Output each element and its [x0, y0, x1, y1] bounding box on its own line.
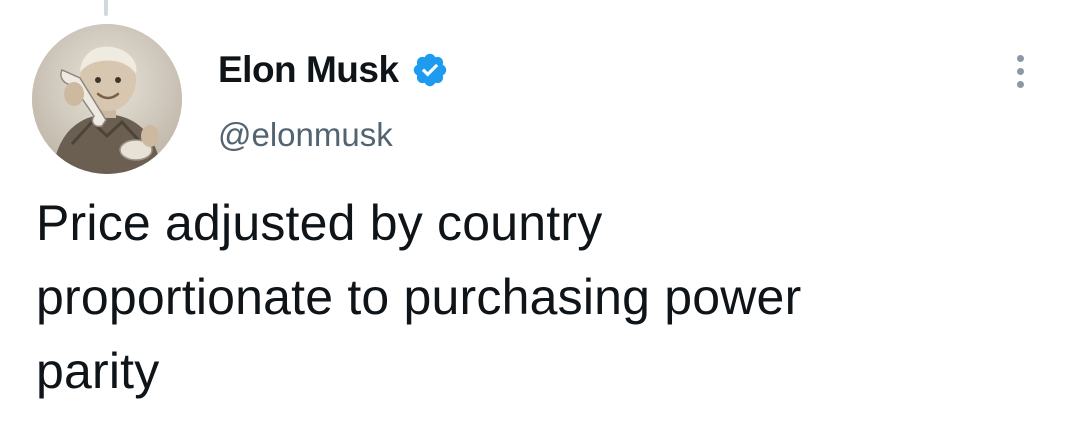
- avatar[interactable]: [32, 24, 182, 174]
- more-options-button[interactable]: [1002, 50, 1038, 92]
- author-name-row: Elon Musk: [218, 46, 449, 94]
- more-options-icon: [1016, 54, 1024, 62]
- avatar-photo: [32, 24, 182, 174]
- tweet-header: Elon Musk @elonmusk: [32, 24, 1048, 174]
- more-options-icon-dot: [1016, 67, 1024, 75]
- tweet-text-line: Price adjusted by country: [36, 195, 603, 251]
- tweet-text-line: parity: [36, 343, 160, 399]
- author-handle[interactable]: @elonmusk: [218, 116, 449, 154]
- more-options-icon-dot: [1016, 80, 1024, 88]
- author-info: Elon Musk @elonmusk: [218, 46, 449, 154]
- author-display-name[interactable]: Elon Musk: [218, 49, 399, 91]
- verified-badge-icon: [411, 51, 449, 89]
- tweet-text: Price adjusted by country proportionate …: [36, 186, 1036, 408]
- thread-connector-line: [104, 0, 108, 16]
- tweet-text-line: proportionate to purchasing power: [36, 269, 802, 325]
